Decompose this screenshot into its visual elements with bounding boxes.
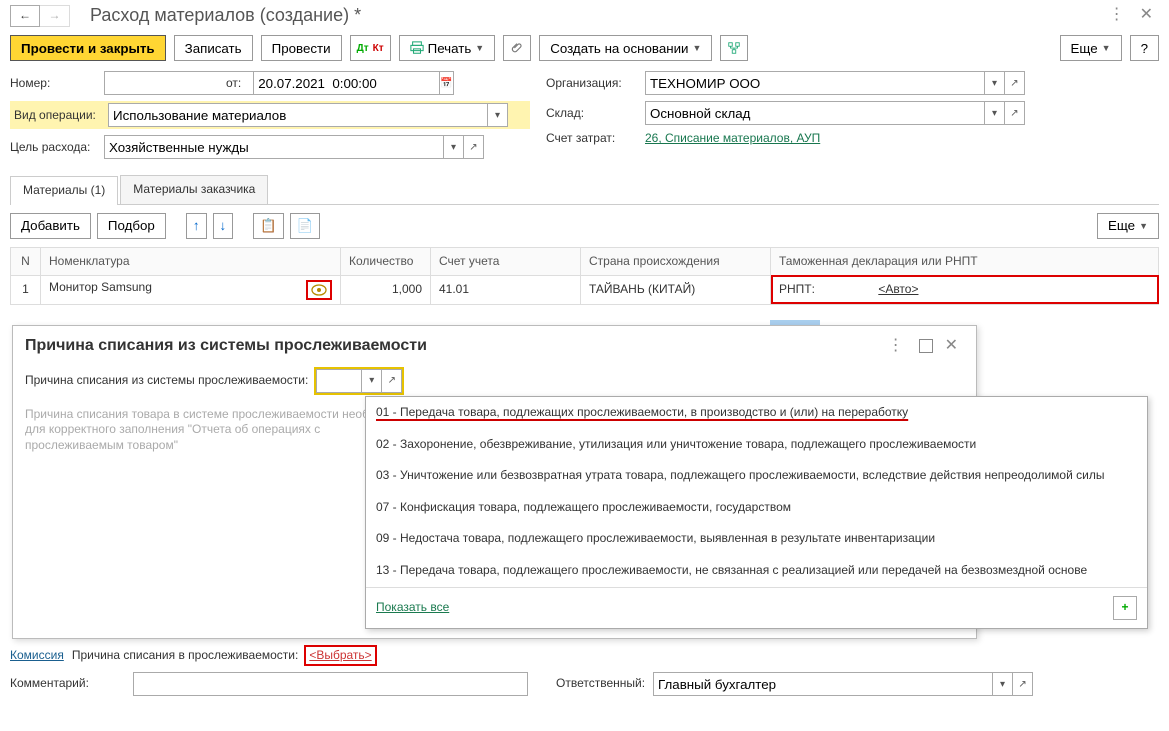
- from-label: от:: [226, 76, 241, 92]
- pick-button[interactable]: Подбор: [97, 213, 166, 239]
- popup-title: Причина списания из системы прослеживаем…: [25, 336, 427, 357]
- post-and-close-button[interactable]: Провести и закрыть: [10, 35, 166, 61]
- move-down-button[interactable]: ↓: [213, 213, 234, 239]
- reason-option[interactable]: 09 - Недостача товара, подлежащего просл…: [366, 523, 1147, 555]
- reason-popup: Причина списания из системы прослеживаем…: [12, 325, 977, 639]
- structure-button[interactable]: [720, 35, 748, 61]
- purpose-label: Цель расхода:: [10, 140, 100, 156]
- calendar-icon[interactable]: 📅: [440, 71, 453, 95]
- copy-button[interactable]: 📋: [253, 213, 284, 239]
- reason-input[interactable]: [316, 369, 362, 393]
- cost-account-label: Счет затрат:: [546, 131, 641, 147]
- add-reason-button[interactable]: +: [1113, 596, 1137, 620]
- reason-option[interactable]: 03 - Уничтожение или безвозвратная утрат…: [366, 460, 1147, 492]
- reason-option[interactable]: 01 - Передача товара, подлежащих прослеж…: [366, 397, 1147, 429]
- materials-table: N Номенклатура Количество Счет учета Стр…: [10, 247, 1159, 305]
- help-button[interactable]: ?: [1130, 35, 1159, 61]
- responsible-label: Ответственный:: [556, 676, 645, 692]
- trace-reason-select[interactable]: <Выбрать>: [306, 647, 374, 665]
- cell-qty[interactable]: 1,000: [341, 275, 431, 304]
- comment-input[interactable]: [133, 672, 528, 696]
- chevron-down-icon[interactable]: ▾: [444, 135, 464, 159]
- table-more-button[interactable]: Еще▼: [1097, 213, 1159, 239]
- more-button[interactable]: Еще▼: [1060, 35, 1122, 61]
- tab-customer-materials[interactable]: Материалы заказчика: [120, 175, 268, 204]
- col-acc: Счет учета: [431, 247, 581, 275]
- warehouse-input[interactable]: [645, 101, 985, 125]
- menu-dots-icon[interactable]: ⋮: [1101, 5, 1134, 26]
- create-based-button[interactable]: Создать на основании▼: [539, 35, 712, 61]
- printer-icon: [410, 41, 424, 55]
- attach-button[interactable]: [503, 35, 531, 61]
- tab-materials[interactable]: Материалы (1): [10, 176, 118, 205]
- col-nomen: Номенклатура: [41, 247, 341, 275]
- page-title: Расход материалов (создание) *: [90, 4, 361, 27]
- col-qty: Количество: [341, 247, 431, 275]
- reason-option[interactable]: 02 - Захоронение, обезвреживание, утилиз…: [366, 429, 1147, 461]
- number-label: Номер:: [10, 76, 100, 92]
- org-label: Организация:: [546, 76, 641, 92]
- paste-button[interactable]: 📄: [290, 213, 321, 239]
- cost-account-link[interactable]: 26, Списание материалов, АУП: [645, 131, 820, 147]
- trace-reason-label: Причина списания в прослеживаемости:: [72, 648, 299, 664]
- org-input[interactable]: [645, 71, 985, 95]
- chevron-down-icon[interactable]: ▾: [362, 369, 382, 393]
- popup-dots-icon[interactable]: ⋮: [880, 336, 913, 357]
- save-button[interactable]: Записать: [174, 35, 253, 61]
- post-button[interactable]: Провести: [261, 35, 342, 61]
- responsible-input[interactable]: [653, 672, 993, 696]
- commission-link[interactable]: Комиссия: [10, 648, 64, 664]
- date-input[interactable]: [253, 71, 440, 95]
- open-ref-icon[interactable]: ↗: [382, 369, 402, 393]
- popup-close-icon[interactable]: ✕: [939, 336, 964, 357]
- cell-gtd[interactable]: РНПТ: <Авто>: [771, 275, 1159, 304]
- open-ref-icon[interactable]: ↗: [464, 135, 484, 159]
- open-ref-icon[interactable]: ↗: [1005, 101, 1025, 125]
- reason-dropdown: 01 - Передача товара, подлежащих прослеж…: [365, 396, 1148, 629]
- open-ref-icon[interactable]: ↗: [1013, 672, 1033, 696]
- show-all-link[interactable]: Показать все: [376, 600, 449, 616]
- cell-country[interactable]: ТАЙВАНЬ (КИТАЙ): [581, 275, 771, 304]
- paperclip-icon: [510, 41, 524, 55]
- print-button[interactable]: Печать▼: [399, 35, 496, 61]
- open-ref-icon[interactable]: ↗: [1005, 71, 1025, 95]
- table-row[interactable]: 1 Монитор Samsung 1,000 41.01 ТАЙВАНЬ (К…: [11, 275, 1159, 304]
- popup-maximize-icon[interactable]: [919, 339, 933, 353]
- cell-nomen[interactable]: Монитор Samsung: [41, 275, 341, 304]
- purpose-input[interactable]: [104, 135, 444, 159]
- hierarchy-icon: [727, 41, 741, 55]
- col-n: N: [11, 247, 41, 275]
- cell-acc[interactable]: 41.01: [431, 275, 581, 304]
- chevron-down-icon[interactable]: ▾: [488, 103, 508, 127]
- warehouse-label: Склад:: [546, 106, 641, 122]
- trace-icon[interactable]: [311, 284, 327, 296]
- chevron-down-icon[interactable]: ▾: [985, 101, 1005, 125]
- chevron-down-icon[interactable]: ▾: [993, 672, 1013, 696]
- reason-option[interactable]: 07 - Конфискация товара, подлежащего про…: [366, 492, 1147, 524]
- comment-label: Комментарий:: [10, 676, 125, 692]
- col-country: Страна происхождения: [581, 247, 771, 275]
- gtd-label: РНПТ:: [779, 282, 815, 296]
- cell-n: 1: [11, 275, 41, 304]
- add-row-button[interactable]: Добавить: [10, 213, 91, 239]
- dt-kt-button[interactable]: ДтКт: [350, 35, 391, 61]
- chevron-down-icon[interactable]: ▾: [985, 71, 1005, 95]
- col-gtd: Таможенная декларация или РНПТ: [771, 247, 1159, 275]
- back-button[interactable]: ←: [10, 5, 40, 27]
- move-up-button[interactable]: ↑: [186, 213, 207, 239]
- close-icon[interactable]: ✕: [1134, 5, 1159, 26]
- optype-label: Вид операции:: [14, 108, 104, 124]
- forward-button[interactable]: →: [40, 5, 70, 27]
- optype-input[interactable]: [108, 103, 488, 127]
- reason-option[interactable]: 13 - Передача товара, подлежащего просле…: [366, 555, 1147, 587]
- gtd-auto-link[interactable]: <Авто>: [878, 282, 918, 296]
- reason-field-label: Причина списания из системы прослеживаем…: [25, 373, 308, 389]
